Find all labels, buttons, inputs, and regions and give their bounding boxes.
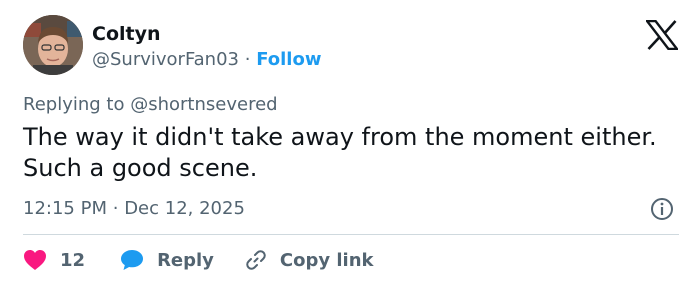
link-icon xyxy=(246,250,266,270)
copy-link-button[interactable]: Copy link xyxy=(244,248,374,272)
tweet-meta: 12:15 PM · Dec 12, 2025 xyxy=(23,197,245,221)
info-icon[interactable] xyxy=(650,197,674,221)
replying-mention[interactable]: @shortnsevered xyxy=(130,94,277,115)
author-handle[interactable]: @SurvivorFan03 xyxy=(92,49,239,70)
reply-button[interactable]: Reply xyxy=(120,249,214,271)
tweet-time[interactable]: 12:15 PM xyxy=(23,198,107,219)
x-logo-icon[interactable] xyxy=(646,20,678,50)
tweet-text: The way it didn't take away from the mom… xyxy=(23,123,657,182)
like-count: 12 xyxy=(60,249,86,271)
divider xyxy=(23,234,679,235)
reply-label: Reply xyxy=(157,249,214,271)
avatar[interactable] xyxy=(23,15,83,75)
handle-separator: · xyxy=(244,49,251,70)
action-bar: 12 Reply Copy link xyxy=(23,246,374,274)
meta-separator: · xyxy=(112,198,119,219)
replying-to: Replying to @shortnsevered xyxy=(23,93,278,117)
speech-bubble-icon xyxy=(121,250,144,270)
author-handle-row: @SurvivorFan03 · Follow xyxy=(92,48,321,72)
follow-button[interactable]: Follow xyxy=(256,49,321,70)
author-name[interactable]: Coltyn xyxy=(92,22,161,46)
copy-link-label: Copy link xyxy=(279,249,374,271)
avatar-photo xyxy=(23,15,83,75)
like-button[interactable]: 12 xyxy=(23,249,85,271)
tweet-date[interactable]: Dec 12, 2025 xyxy=(124,198,245,219)
heart-icon xyxy=(24,250,46,270)
replying-prefix: Replying to xyxy=(23,94,125,115)
